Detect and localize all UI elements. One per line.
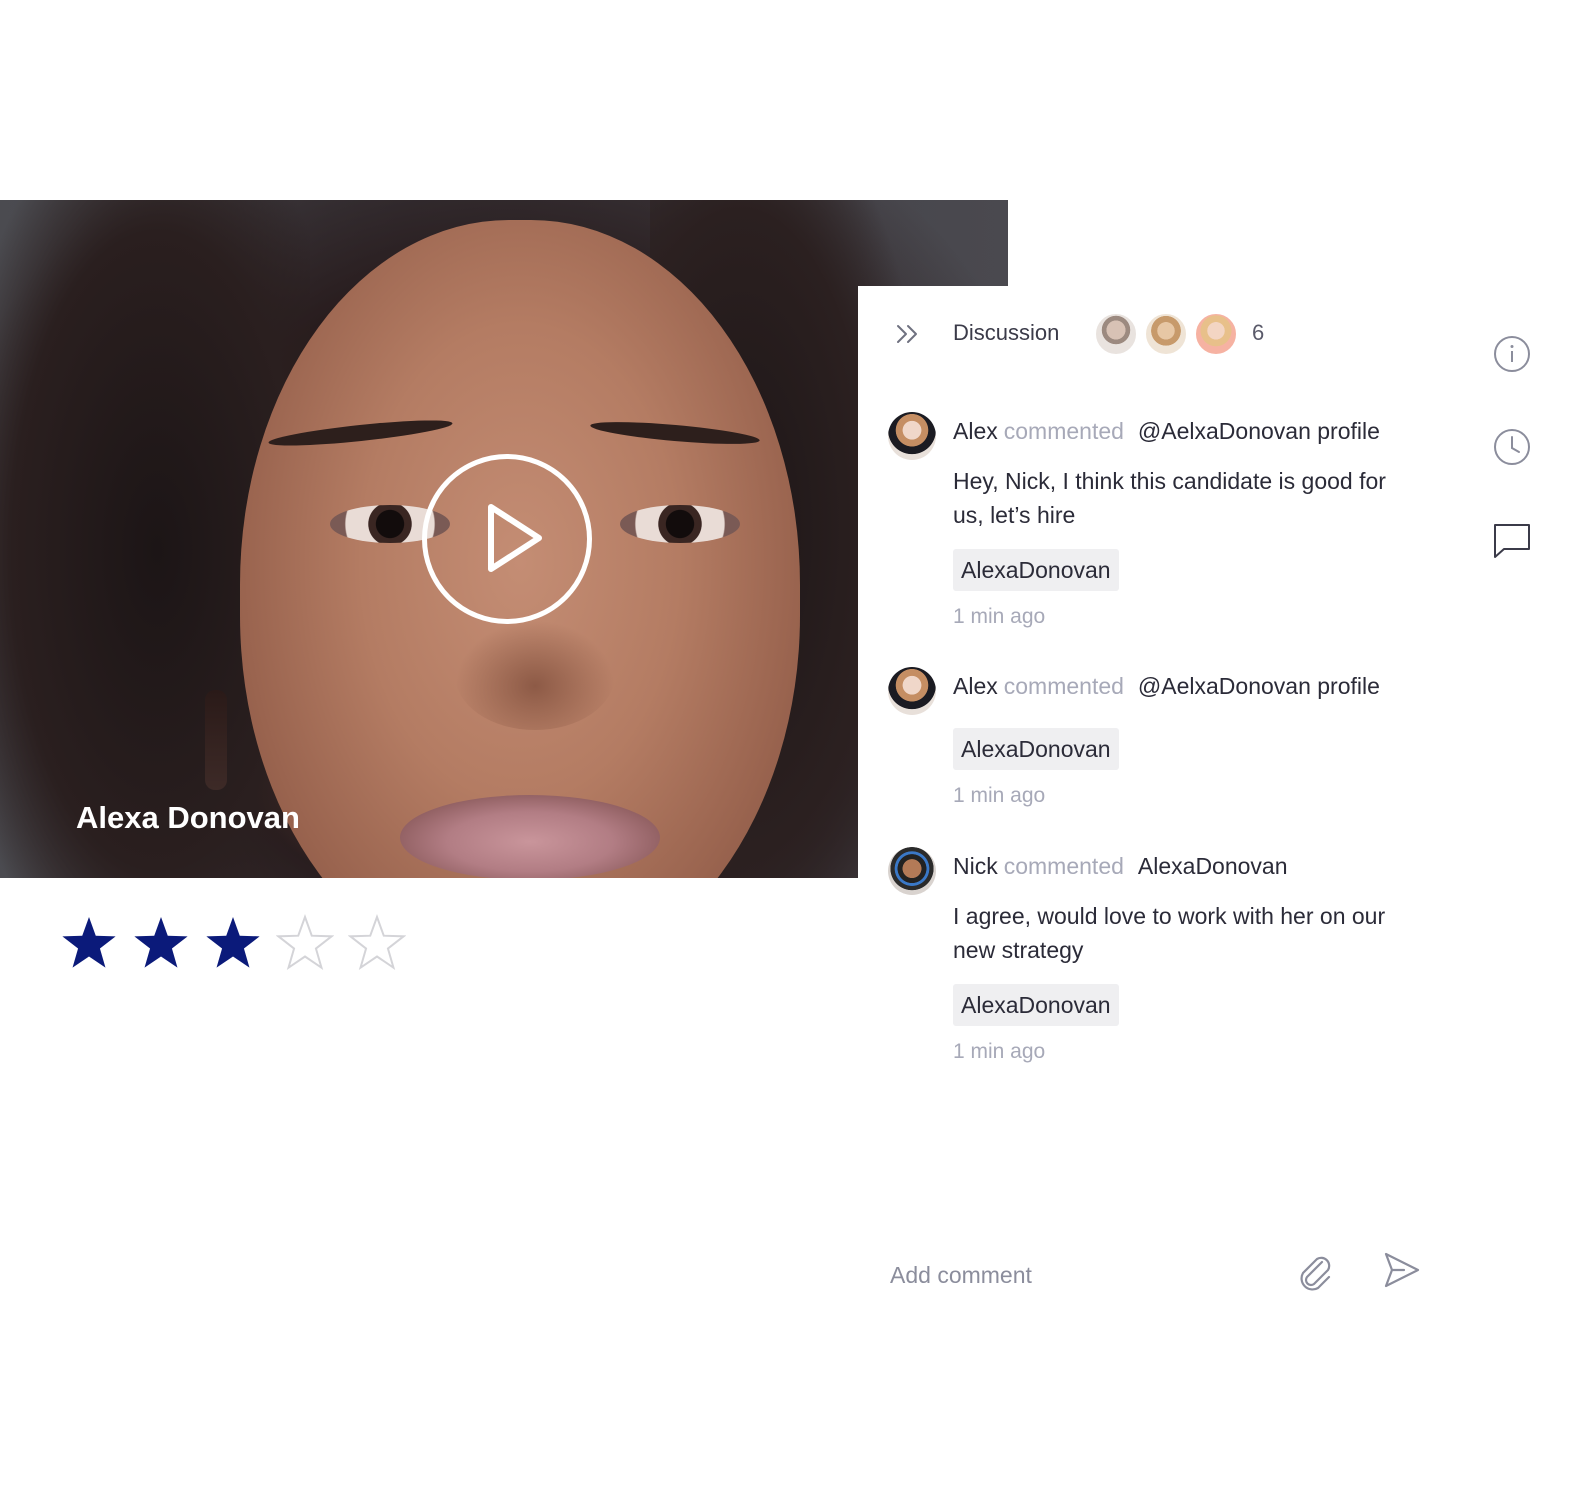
comment-timestamp: 1 min ago <box>953 784 1046 807</box>
avatar[interactable] <box>888 847 936 895</box>
candidate-name: Alexa Donovan <box>76 800 300 835</box>
play-icon <box>488 504 542 572</box>
add-comment-input[interactable] <box>888 1254 1272 1296</box>
chat-bubble-icon[interactable] <box>1492 520 1532 560</box>
comment-header: Alex commented @AelxaDonovan profile <box>953 673 1380 700</box>
star-empty-icon[interactable] <box>276 914 334 972</box>
info-icon[interactable] <box>1492 334 1532 374</box>
comment-author[interactable]: Alex <box>953 418 998 444</box>
portrait-lips <box>400 795 660 878</box>
participants-count: 6 <box>1252 320 1265 345</box>
comment-header: Alex commented @AelxaDonovan profile <box>953 418 1380 445</box>
mention-tag[interactable]: AlexaDonovan <box>953 728 1119 770</box>
comment-timestamp: 1 min ago <box>953 605 1046 628</box>
comment-composer <box>888 1252 1448 1314</box>
star-rating[interactable] <box>60 914 406 972</box>
star-filled-icon[interactable] <box>60 914 118 972</box>
candidate-video[interactable]: Alexa Donovan <box>0 200 1008 878</box>
side-toolbar <box>1492 334 1572 613</box>
comment-reference[interactable]: AlexaDonovan <box>1138 853 1288 879</box>
avatar[interactable] <box>1194 312 1238 356</box>
double-chevron-right-icon[interactable] <box>894 320 922 348</box>
avatar[interactable] <box>888 412 936 460</box>
avatar[interactable] <box>888 667 936 715</box>
avatar[interactable] <box>1094 312 1138 356</box>
star-filled-icon[interactable] <box>204 914 262 972</box>
comment-item: Nick commented AlexaDonovan I agree, would… <box>888 847 1448 1077</box>
discussion-panel: Discussion 6 Alex commented @AelxaDonovan … <box>858 286 1572 1386</box>
mention-tag[interactable]: AlexaDonovan <box>953 984 1119 1026</box>
comment-reference[interactable]: @AelxaDonovan profile <box>1138 418 1380 444</box>
portrait-nose <box>455 620 615 730</box>
comment-verb: commented <box>1003 418 1124 444</box>
comment-verb: commented <box>1003 853 1124 879</box>
comment-author[interactable]: Nick <box>953 853 998 879</box>
discussion-title: Discussion <box>953 320 1060 345</box>
star-empty-icon[interactable] <box>348 914 406 972</box>
comment-item: Alex commented @AelxaDonovan profile Hey, … <box>888 412 1448 642</box>
comment-item: Alex commented @AelxaDonovan profile Alexa… <box>888 667 1448 817</box>
clock-icon[interactable] <box>1492 427 1532 467</box>
comment-body: Hey, Nick, I think this candidate is goo… <box>953 468 1386 528</box>
portrait-earring <box>205 690 227 790</box>
avatar[interactable] <box>1144 312 1188 356</box>
portrait-eye-right <box>620 505 740 543</box>
comment-header: Nick commented AlexaDonovan <box>953 853 1288 880</box>
play-button[interactable] <box>422 454 592 624</box>
star-filled-icon[interactable] <box>132 914 190 972</box>
paperclip-icon[interactable] <box>1292 1248 1336 1292</box>
participant-avatars[interactable] <box>1094 312 1244 356</box>
comment-body: I agree, would love to work with her on … <box>953 903 1386 963</box>
mention-tag[interactable]: AlexaDonovan <box>953 549 1119 591</box>
comment-author[interactable]: Alex <box>953 673 998 699</box>
comment-timestamp: 1 min ago <box>953 1040 1046 1063</box>
comment-reference[interactable]: @AelxaDonovan profile <box>1138 673 1380 699</box>
comment-verb: commented <box>1003 673 1124 699</box>
send-icon[interactable] <box>1380 1248 1424 1292</box>
discussion-header: Discussion 6 <box>858 286 1572 382</box>
